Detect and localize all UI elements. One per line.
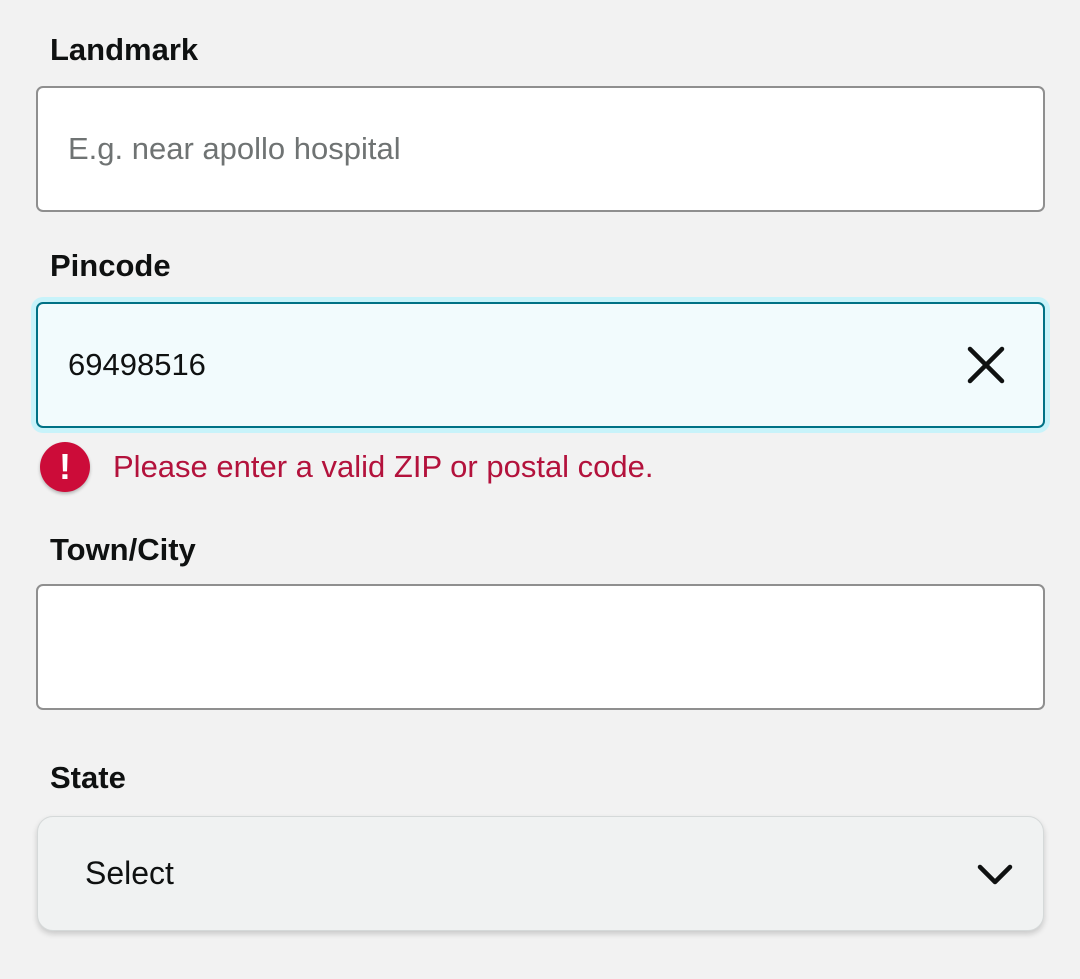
clear-pincode-button[interactable] xyxy=(965,344,1007,386)
state-dropdown[interactable]: Select xyxy=(37,816,1044,931)
town-city-label: Town/City xyxy=(50,532,196,567)
pincode-error: ! Please enter a valid ZIP or postal cod… xyxy=(40,441,654,493)
landmark-label: Landmark xyxy=(50,32,199,67)
state-selected-value: Select xyxy=(85,855,174,891)
close-icon xyxy=(967,346,1005,384)
town-city-input[interactable] xyxy=(68,586,948,708)
landmark-field[interactable] xyxy=(36,86,1045,212)
chevron-down-icon xyxy=(977,864,1013,885)
state-label: State xyxy=(50,760,126,795)
town-city-field[interactable] xyxy=(36,584,1045,710)
exclamation-icon: ! xyxy=(40,442,90,492)
pincode-field[interactable] xyxy=(36,302,1045,428)
landmark-input[interactable] xyxy=(68,88,948,210)
pincode-input[interactable] xyxy=(68,304,948,426)
pincode-error-text: Please enter a valid ZIP or postal code. xyxy=(113,449,654,484)
pincode-label: Pincode xyxy=(50,248,171,283)
